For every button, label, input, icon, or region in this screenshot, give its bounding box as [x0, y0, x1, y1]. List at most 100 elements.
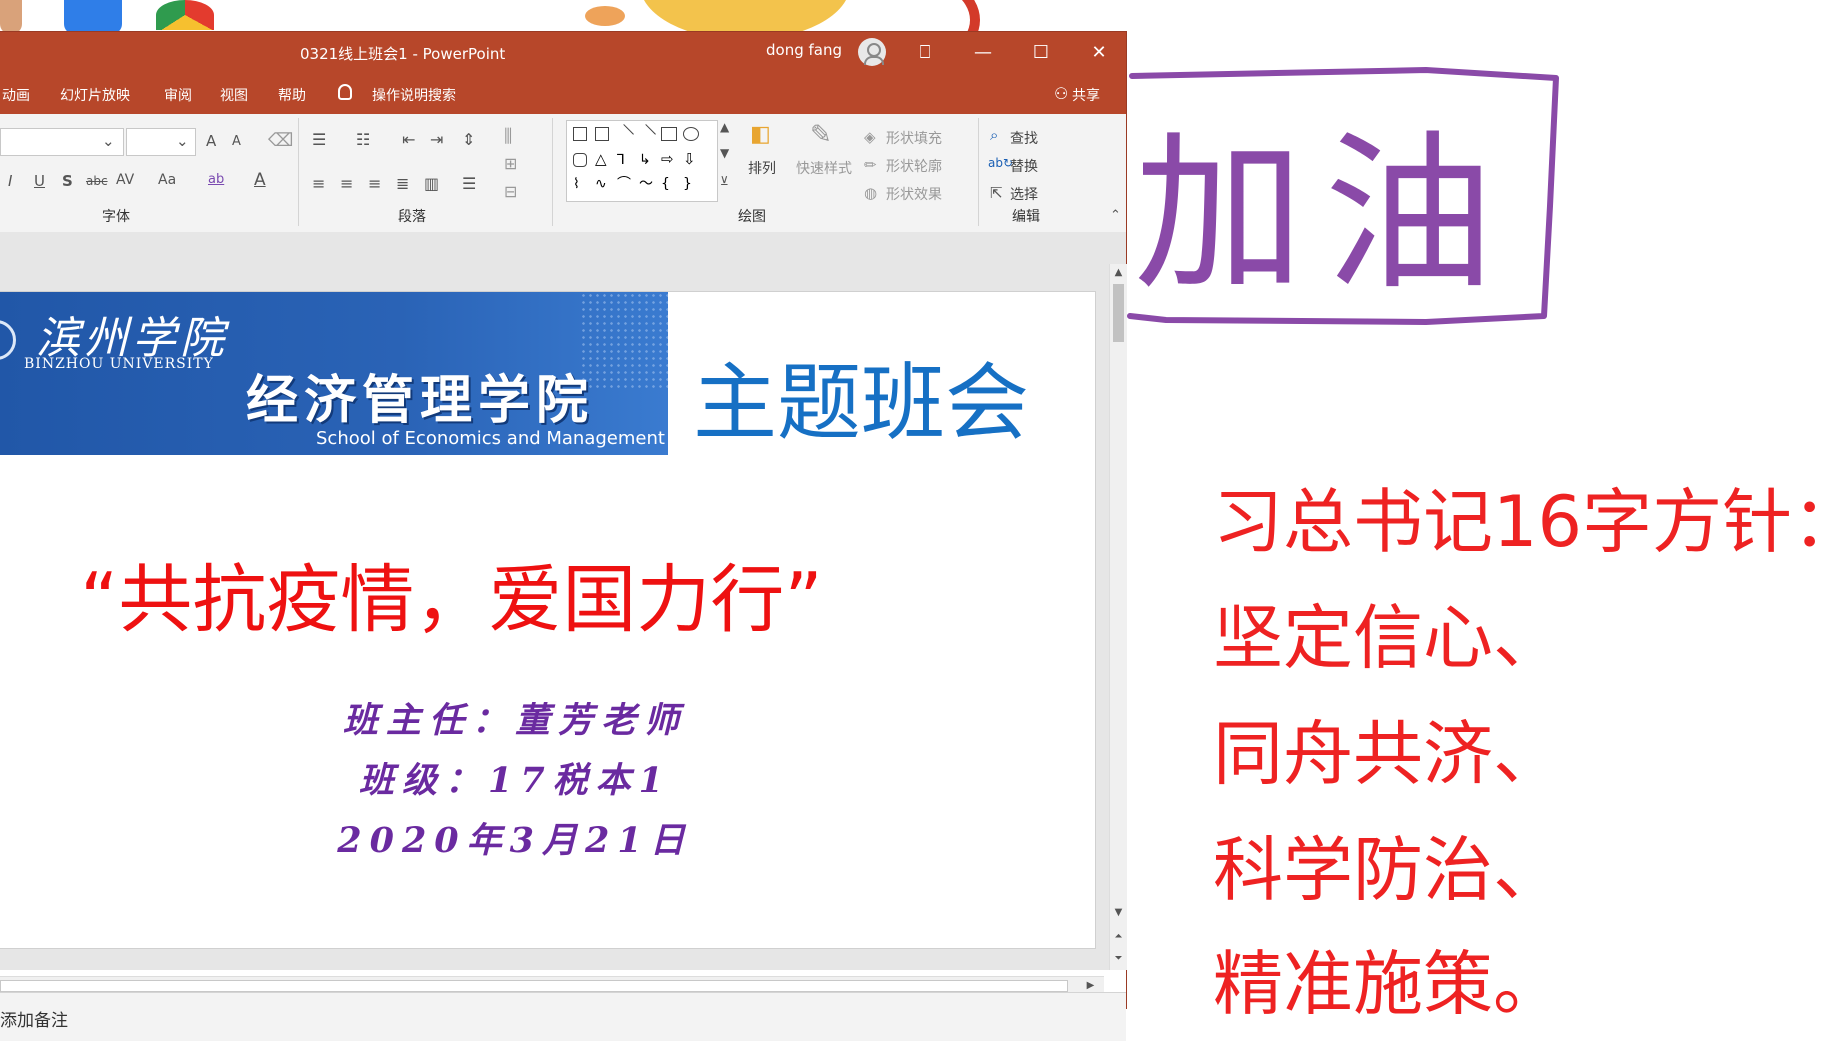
tab-help[interactable]: 帮助 — [278, 85, 306, 105]
search-icon: ⌕ — [990, 126, 999, 144]
align-left-icon[interactable]: ≡ — [312, 174, 325, 193]
right-brace-shape-icon[interactable]: } — [683, 176, 697, 192]
shape-effects-button[interactable]: 形状效果 — [886, 184, 942, 204]
shape-fill-button[interactable]: 形状填充 — [886, 128, 942, 148]
collapse-ribbon-icon[interactable]: ⌃ — [1110, 208, 1121, 223]
select-button[interactable]: 选择 — [1010, 184, 1038, 204]
underline-button[interactable]: U — [34, 172, 45, 190]
gallery-more-icon[interactable]: ⊻ — [720, 174, 729, 188]
desktop-app-icon-avatar[interactable] — [0, 0, 22, 34]
chevron-down-icon: ⌄ — [176, 132, 189, 150]
chrome-icon[interactable] — [156, 0, 214, 30]
rounded-rectangle-shape-icon[interactable] — [573, 153, 587, 167]
find-button[interactable]: 查找 — [1010, 128, 1038, 148]
slide-editing-area: 滨州学院 BINZHOU UNIVERSITY 经济管理学院 School of… — [0, 232, 1126, 970]
elbow-connector-icon[interactable]: ⅂ — [617, 152, 631, 168]
strikethrough-button[interactable]: abc — [86, 174, 108, 188]
paragraph-group-label: 段落 — [398, 209, 426, 225]
font-color-button[interactable]: A — [254, 170, 266, 190]
rectangle-shape-icon[interactable] — [661, 127, 677, 141]
elbow-arrow-icon[interactable]: ↳ — [639, 152, 653, 168]
arrow-shape-icon[interactable] — [636, 124, 656, 144]
group-divider — [978, 118, 979, 226]
character-spacing-button[interactable]: AV — [116, 172, 134, 188]
window-title: 0321线上班会1 - PowerPoint — [300, 45, 506, 63]
ribbon-tabs: 动画 幻灯片放映 审阅 视图 帮助 操作说明搜索 ⚇ 共享 — [0, 74, 1126, 114]
align-right-icon[interactable]: ≡ — [368, 174, 381, 193]
maximize-button[interactable]: ☐ — [1026, 38, 1056, 68]
notes-pane[interactable]: 添加备注 — [0, 992, 1126, 1041]
numbering-icon[interactable]: ☷ — [356, 130, 370, 149]
arc-shape-icon[interactable]: ⌒ — [617, 176, 631, 192]
teacher-line: 班主任：董芳老师 — [342, 700, 687, 741]
decrease-indent-icon[interactable]: ⇤ — [402, 130, 415, 149]
down-arrow-shape-icon[interactable]: ⇩ — [683, 150, 697, 168]
grow-font-button[interactable]: A — [206, 132, 216, 150]
increase-indent-icon[interactable]: ⇥ — [430, 130, 443, 149]
bullets-icon[interactable]: ☰ — [312, 130, 326, 149]
next-slide-icon[interactable]: ⏷ — [1110, 950, 1127, 967]
line-shape-icon[interactable] — [614, 124, 634, 144]
vertical-textbox-shape-icon[interactable] — [595, 127, 609, 141]
arrange-button[interactable]: 排列 — [748, 158, 776, 178]
align-text-icon[interactable]: ⊞ — [504, 154, 517, 173]
tab-view[interactable]: 视图 — [220, 85, 248, 105]
clear-format-icon[interactable]: ⌫ — [268, 130, 293, 151]
font-group-label: 字体 — [102, 209, 130, 225]
replace-button[interactable]: 替换 — [1010, 156, 1038, 176]
right-arrow-shape-icon[interactable]: ⇨ — [661, 150, 675, 168]
shape-outline-button[interactable]: 形状轮廓 — [886, 156, 942, 176]
horizontal-scrollbar[interactable]: ▶ — [0, 976, 1104, 993]
quick-styles-icon: ✎ — [810, 120, 832, 150]
ribbon-display-options-button[interactable]: ⎕ — [910, 38, 940, 68]
user-avatar-icon[interactable] — [858, 38, 886, 66]
tab-review[interactable]: 审阅 — [164, 85, 192, 105]
close-button[interactable]: ✕ — [1084, 38, 1114, 68]
gallery-scroll-down-icon[interactable]: ▼ — [720, 146, 729, 160]
paint-bucket-icon: ◈ — [864, 128, 876, 146]
textbox-shape-icon[interactable] — [573, 127, 587, 141]
shadow-button[interactable]: S — [62, 172, 73, 190]
curve-shape-icon[interactable]: 〜 — [639, 176, 653, 192]
previous-slide-icon[interactable]: ⏶ — [1110, 928, 1127, 945]
gallery-scroll-up-icon[interactable]: ▲ — [720, 120, 729, 134]
horizontal-scroll-thumb[interactable] — [0, 980, 1068, 992]
columns-icon[interactable]: ▥ — [424, 174, 439, 193]
share-button[interactable]: 共享 — [1072, 85, 1100, 105]
school-banner: 滨州学院 BINZHOU UNIVERSITY 经济管理学院 School of… — [0, 292, 668, 455]
vertical-scroll-thumb[interactable] — [1113, 284, 1124, 342]
italic-button[interactable]: I — [8, 172, 12, 190]
justify-icon[interactable]: ≣ — [396, 174, 409, 193]
minimize-button[interactable]: — — [968, 38, 998, 68]
highlight-button[interactable]: ab — [208, 172, 224, 187]
quick-styles-button[interactable]: 快速样式 — [796, 158, 852, 178]
shapes-gallery[interactable]: △ ⅂ ↳ ⇨ ⇩ ⌇ ∿ ⌒ 〜 { } — [566, 120, 718, 202]
shrink-font-button[interactable]: A — [232, 134, 241, 149]
date-line: 2020年3月21日 — [337, 820, 693, 861]
vertical-scrollbar[interactable]: ▲ ▼ ⏶ ⏷ — [1109, 264, 1127, 970]
desktop-app-icon-blue[interactable] — [64, 0, 122, 34]
tab-slideshow[interactable]: 幻灯片放映 — [60, 85, 130, 105]
slide[interactable]: 滨州学院 BINZHOU UNIVERSITY 经济管理学院 School of… — [0, 292, 1095, 948]
oval-shape-icon[interactable] — [683, 127, 699, 141]
scroll-down-icon[interactable]: ▼ — [1110, 904, 1127, 921]
notes-placeholder[interactable]: 添加备注 — [0, 1006, 68, 1031]
align-center-icon[interactable]: ≡ — [340, 174, 353, 193]
scroll-up-icon[interactable]: ▲ — [1110, 264, 1127, 281]
change-case-button[interactable]: Aa — [158, 172, 176, 188]
user-name[interactable]: dong fang — [766, 41, 842, 59]
distributed-icon[interactable]: ☰ — [462, 174, 476, 193]
tell-me-search[interactable]: 操作说明搜索 — [372, 85, 456, 105]
triangle-shape-icon[interactable]: △ — [595, 150, 609, 168]
lightbulb-icon — [338, 84, 352, 100]
left-brace-shape-icon[interactable]: { — [661, 176, 675, 192]
smartart-icon[interactable]: ⊟ — [504, 182, 517, 201]
school-name-chinese: 经济管理学院 — [246, 371, 595, 431]
line-spacing-icon[interactable]: ⇕ — [462, 130, 475, 149]
class-line: 班级：17税本1 — [358, 760, 672, 801]
effects-icon: ◍ — [864, 184, 878, 202]
scribble-shape-icon[interactable]: ∿ — [595, 176, 609, 192]
freeform-shape-icon[interactable]: ⌇ — [573, 176, 587, 192]
text-direction-icon[interactable]: ⫼ — [504, 126, 512, 147]
tab-animations[interactable]: 动画 — [2, 85, 30, 105]
